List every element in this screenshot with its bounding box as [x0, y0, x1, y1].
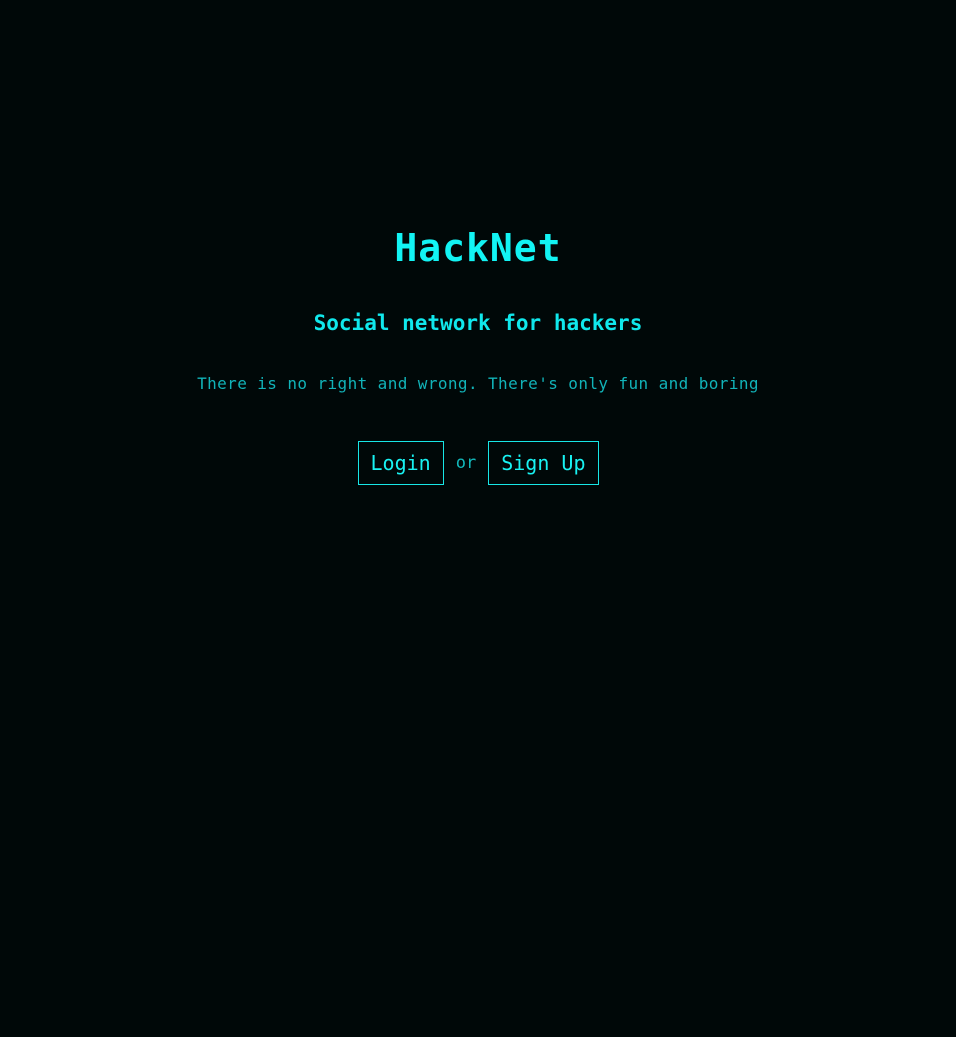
app-title: HackNet — [394, 226, 562, 270]
auth-actions: Login or Sign Up — [0, 441, 956, 485]
app-subtitle: Social network for hackers — [313, 311, 643, 335]
signup-button[interactable]: Sign Up — [488, 441, 599, 485]
login-button[interactable]: Login — [357, 441, 444, 485]
tagline: There is no right and wrong. There's onl… — [197, 374, 759, 393]
or-separator: or — [455, 453, 477, 473]
